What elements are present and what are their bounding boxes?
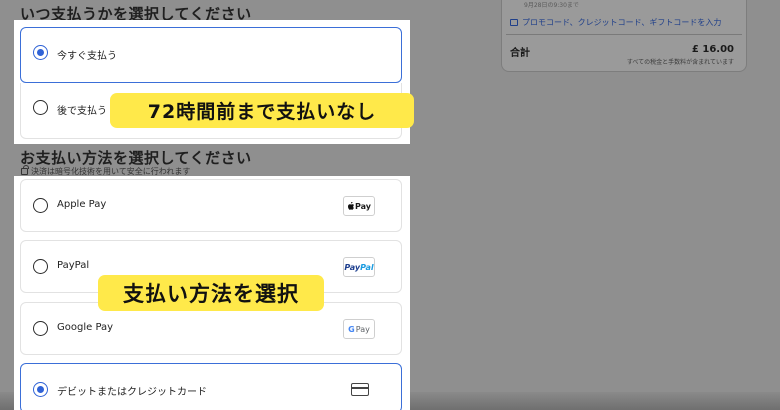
- credit-card-icon: [351, 383, 369, 396]
- google-pay-label: Google Pay: [57, 322, 114, 333]
- paypal-radio[interactable]: [33, 259, 48, 274]
- apple-pay-badge: Pay: [343, 196, 375, 216]
- promo-code-link[interactable]: プロモコード、クレジットコード、ギフトコードを入力: [510, 17, 721, 28]
- pay-later-radio[interactable]: [33, 100, 48, 115]
- apple-pay-radio[interactable]: [33, 198, 48, 213]
- card-radio[interactable]: [33, 382, 48, 397]
- total-value: £ 16.00: [691, 44, 734, 55]
- card-label: デビットまたはクレジットカード: [57, 387, 207, 398]
- pay-now-radio[interactable]: [33, 45, 48, 60]
- summary-divider: [506, 34, 742, 35]
- google-pay-badge-text: Pay: [355, 324, 370, 334]
- total-label: 合計: [510, 48, 530, 59]
- card-option[interactable]: デビットまたはクレジットカード: [20, 363, 402, 410]
- pay-later-callout: 72時間前まで支払いなし: [110, 93, 414, 128]
- apple-logo-icon: [347, 201, 355, 210]
- summary-date-fragment: 9月28日の9:30まで: [524, 2, 579, 9]
- method-section-title: お支払い方法を選択してください: [20, 149, 252, 167]
- paypal-badge-pal: Pal: [360, 262, 374, 272]
- apple-pay-badge-text: Pay: [354, 201, 371, 211]
- pay-now-label: 今すぐ支払う: [57, 51, 117, 62]
- pay-later-label: 後で支払う: [57, 106, 107, 117]
- google-pay-radio[interactable]: [33, 321, 48, 336]
- promo-code-label: プロモコード、クレジットコード、ギフトコードを入力: [522, 18, 722, 27]
- paypal-badge: Pay Pal: [343, 257, 375, 277]
- paypal-badge-pay: Pay: [344, 262, 361, 272]
- apple-pay-label: Apple Pay: [57, 199, 107, 210]
- google-g-icon: G: [348, 324, 355, 334]
- choose-method-callout: 支払い方法を選択: [98, 275, 324, 311]
- secure-note-text: 決済は暗号化技術を用いて安全に行われます: [31, 167, 191, 176]
- tax-note: すべての税金と手数料が含まれています: [626, 59, 734, 66]
- promo-tag-icon: [510, 19, 518, 26]
- lock-icon: [21, 165, 29, 175]
- pay-now-option[interactable]: 今すぐ支払う: [20, 27, 402, 83]
- google-pay-badge: G Pay: [343, 319, 375, 339]
- paypal-label: PayPal: [57, 260, 90, 271]
- apple-pay-option[interactable]: Apple Pay Pay: [20, 179, 402, 232]
